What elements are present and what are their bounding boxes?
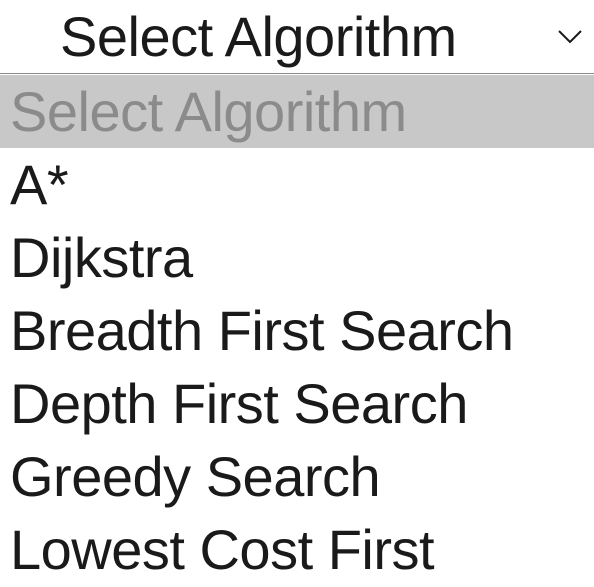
dropdown-options: Select Algorithm A* Dijkstra Breadth Fir… bbox=[0, 75, 594, 587]
option-breadth-first-search[interactable]: Breadth First Search bbox=[0, 294, 594, 367]
option-dijkstra[interactable]: Dijkstra bbox=[0, 221, 594, 294]
option-select-algorithm[interactable]: Select Algorithm bbox=[0, 75, 594, 148]
option-depth-first-search[interactable]: Depth First Search bbox=[0, 367, 594, 440]
option-a-star[interactable]: A* bbox=[0, 148, 594, 221]
option-greedy-search[interactable]: Greedy Search bbox=[0, 440, 594, 513]
option-lowest-cost-first[interactable]: Lowest Cost First bbox=[0, 513, 594, 586]
selected-value: Select Algorithm bbox=[60, 5, 457, 68]
algorithm-select[interactable]: Select Algorithm Select Algorithm A* Dij… bbox=[0, 0, 594, 587]
select-header[interactable]: Select Algorithm bbox=[0, 0, 594, 74]
chevron-down-icon[interactable] bbox=[556, 24, 584, 48]
